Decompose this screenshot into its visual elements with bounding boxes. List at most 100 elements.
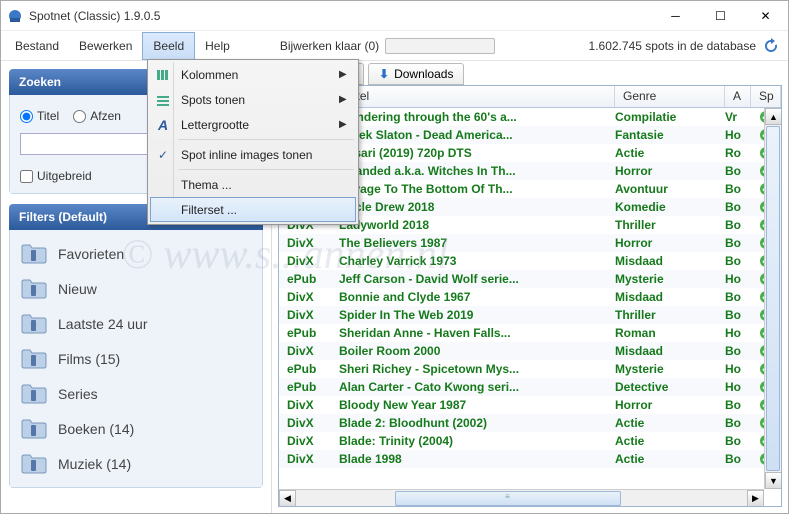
folder-icon xyxy=(20,348,48,370)
menu-item-spots-tonen[interactable]: Spots tonen ▶ xyxy=(150,87,356,112)
scroll-left-icon[interactable]: ◀ xyxy=(279,490,296,507)
cell-a: Bo xyxy=(725,434,751,448)
table-row[interactable]: DivXBlade: Trinity (2004)ActieBo xyxy=(279,432,781,450)
filter-label: Boeken (14) xyxy=(58,421,134,437)
table-row[interactable]: DivXBlade 2: Bloodhunt (2002)ActieBo xyxy=(279,414,781,432)
menu-beeld[interactable]: Beeld xyxy=(142,32,195,60)
progress-bar xyxy=(385,38,495,54)
filter-item[interactable]: Boeken (14) xyxy=(14,411,258,446)
table-row[interactable]: DivXBloody New Year 1987HorrorBo xyxy=(279,396,781,414)
cell-genre: Actie xyxy=(615,146,725,160)
cell-genre: Mysterie xyxy=(615,272,725,286)
cell-genre: Fantasie xyxy=(615,128,725,142)
window-title: Spotnet (Classic) 1.9.0.5 xyxy=(29,9,653,23)
table-row[interactable]: DivXSpider In The Web 2019ThrillerBo xyxy=(279,306,781,324)
table-row[interactable]: DivXBonnie and Clyde 1967MisdaadBo xyxy=(279,288,781,306)
cell-genre: Thriller xyxy=(615,218,725,232)
close-button[interactable]: ✕ xyxy=(743,1,788,31)
menu-item-thema[interactable]: Thema ... xyxy=(150,172,356,197)
cell-type: DivX xyxy=(279,416,339,430)
horizontal-scrollbar[interactable]: ◀ ≡ ▶ xyxy=(279,489,764,506)
cell-a: Bo xyxy=(725,290,751,304)
cell-genre: Horror xyxy=(615,398,725,412)
table-row[interactable]: ePubAlan Carter - Cato Kwong seri...Dete… xyxy=(279,378,781,396)
filter-label: Nieuw xyxy=(58,281,97,297)
columns-icon xyxy=(151,68,175,82)
col-header-genre[interactable]: Genre xyxy=(615,86,725,107)
menu-help[interactable]: Help xyxy=(195,33,240,59)
tab-downloads[interactable]: ⬇Downloads xyxy=(368,63,464,85)
cell-type: DivX xyxy=(279,254,339,268)
maximize-button[interactable]: ☐ xyxy=(698,1,743,31)
table-row[interactable]: DivXBlade 1998ActieBo xyxy=(279,450,781,468)
submenu-arrow-icon: ▶ xyxy=(339,94,355,105)
vertical-scrollbar[interactable]: ▲ ▼ xyxy=(764,108,781,489)
download-icon: ⬇ xyxy=(379,67,389,81)
cell-type: ePub xyxy=(279,272,339,286)
cell-title: Blade 1998 xyxy=(339,452,615,466)
menu-bewerken[interactable]: Bewerken xyxy=(69,33,142,59)
cell-title: Sheridan Anne - Haven Falls... xyxy=(339,326,615,340)
cell-title: Uncle Drew 2018 xyxy=(339,200,615,214)
col-header-a[interactable]: A xyxy=(725,86,751,107)
table-row[interactable]: DivXThe Believers 1987HorrorBo xyxy=(279,234,781,252)
menubar: Bestand Bewerken Beeld Help Bijwerken kl… xyxy=(1,31,788,61)
radio-titel[interactable]: Titel xyxy=(20,109,59,123)
cell-a: Ho xyxy=(725,362,751,376)
menu-item-lettergrootte[interactable]: A Lettergrootte ▶ xyxy=(150,112,356,137)
spots-count: 1.602.745 spots in de database xyxy=(589,39,756,53)
cell-a: Bo xyxy=(725,200,751,214)
table-row[interactable]: ePubSheridan Anne - Haven Falls...RomanH… xyxy=(279,324,781,342)
menu-item-kolommen[interactable]: Kolommen ▶ xyxy=(150,62,356,87)
col-header-sp[interactable]: Sp xyxy=(751,86,781,107)
cell-genre: Actie xyxy=(615,434,725,448)
filter-item[interactable]: Laatste 24 uur xyxy=(14,306,258,341)
cell-a: Bo xyxy=(725,164,751,178)
scroll-thumb[interactable]: ≡ xyxy=(395,491,621,506)
cell-type: ePub xyxy=(279,380,339,394)
refresh-icon[interactable] xyxy=(762,37,780,55)
menu-item-filterset[interactable]: Filterset ... xyxy=(150,197,356,222)
cell-a: Bo xyxy=(725,218,751,232)
filter-label: Laatste 24 uur xyxy=(58,316,148,332)
cell-title: Alan Carter - Cato Kwong seri... xyxy=(339,380,615,394)
menu-item-spot-inline[interactable]: ✓ Spot inline images tonen xyxy=(150,142,356,167)
cell-title: Spider In The Web 2019 xyxy=(339,308,615,322)
filter-item[interactable]: Muziek (14) xyxy=(14,446,258,481)
filter-item[interactable]: Films (15) xyxy=(14,341,258,376)
submenu-arrow-icon: ▶ xyxy=(339,119,355,130)
folder-icon xyxy=(20,313,48,335)
cell-genre: Horror xyxy=(615,164,725,178)
radio-afzen[interactable]: Afzen xyxy=(73,109,121,123)
table-row[interactable]: DivXBoiler Room 2000MisdaadBo xyxy=(279,342,781,360)
cell-a: Bo xyxy=(725,452,751,466)
scroll-up-icon[interactable]: ▲ xyxy=(765,108,782,125)
cell-title: Blade 2: Bloodhunt (2002) xyxy=(339,416,615,430)
table-row[interactable]: ePubSheri Richey - Spicetown Mys...Myste… xyxy=(279,360,781,378)
scroll-thumb[interactable] xyxy=(766,126,780,471)
table-row[interactable]: ePubJeff Carson - David Wolf serie...Mys… xyxy=(279,270,781,288)
cell-a: Bo xyxy=(725,398,751,412)
cell-genre: Komedie xyxy=(615,200,725,214)
filter-item[interactable]: Series xyxy=(14,376,258,411)
filter-item[interactable]: Favorieten xyxy=(14,236,258,271)
cell-title: Stranded a.k.a. Witches In Th... xyxy=(339,164,615,178)
cell-a: Ho xyxy=(725,272,751,286)
cell-genre: Misdaad xyxy=(615,344,725,358)
table-row[interactable]: DivXCharley Varrick 1973MisdaadBo xyxy=(279,252,781,270)
check-icon: ✓ xyxy=(151,148,175,162)
cell-type: DivX xyxy=(279,344,339,358)
spots-icon xyxy=(151,93,175,107)
minimize-button[interactable]: ─ xyxy=(653,1,698,31)
cell-genre: Avontuur xyxy=(615,182,725,196)
cell-title: Voyage To The Bottom Of Th... xyxy=(339,182,615,196)
scroll-right-icon[interactable]: ▶ xyxy=(747,490,764,507)
cell-title: Ladyworld 2018 xyxy=(339,218,615,232)
col-header-title[interactable]: Titel xyxy=(339,86,615,107)
filter-item[interactable]: Nieuw xyxy=(14,271,258,306)
menu-bestand[interactable]: Bestand xyxy=(5,33,69,59)
scroll-down-icon[interactable]: ▼ xyxy=(765,472,782,489)
cell-a: Ho xyxy=(725,380,751,394)
cell-a: Bo xyxy=(725,416,751,430)
folder-icon xyxy=(20,418,48,440)
